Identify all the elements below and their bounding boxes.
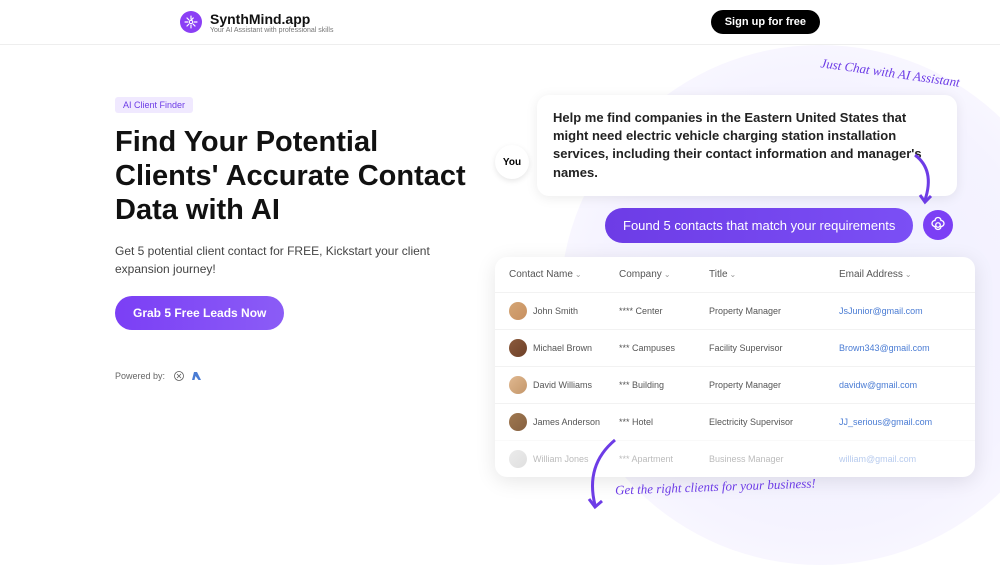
chevron-down-icon: ⌄ bbox=[664, 270, 671, 279]
ai-brain-icon bbox=[923, 210, 953, 240]
hero-title: Find Your Potential Clients' Accurate Co… bbox=[115, 125, 475, 228]
avatar bbox=[509, 339, 527, 357]
avatar bbox=[509, 302, 527, 320]
title-cell: Electricity Supervisor bbox=[709, 417, 839, 427]
contact-name: Michael Brown bbox=[533, 343, 592, 353]
table-header: Contact Name ⌄ Company ⌄ Title ⌄ Email A… bbox=[495, 257, 975, 292]
header: SynthMind.app Your AI Assistant with pro… bbox=[0, 0, 1000, 45]
demo-illustration: Just Chat with AI Assistant You Help me … bbox=[495, 95, 1000, 477]
brand-tagline: Your AI Assistant with professional skil… bbox=[210, 27, 333, 34]
openai-icon bbox=[173, 370, 185, 382]
company-cell: *** Campuses bbox=[619, 343, 709, 353]
contact-name: James Anderson bbox=[533, 417, 600, 427]
title-cell: Property Manager bbox=[709, 306, 839, 316]
email-cell[interactable]: JsJunior@gmail.com bbox=[839, 306, 961, 316]
table-row[interactable]: William Jones *** Apartment Business Man… bbox=[495, 440, 975, 477]
you-avatar: You bbox=[495, 145, 529, 179]
contact-cell: Michael Brown bbox=[509, 339, 619, 357]
user-message-bubble: Help me find companies in the Eastern Un… bbox=[537, 95, 957, 196]
th-company[interactable]: Company ⌄ bbox=[619, 269, 709, 280]
email-cell[interactable]: Brown343@gmail.com bbox=[839, 343, 961, 353]
title-cell: Business Manager bbox=[709, 454, 839, 464]
contact-cell: John Smith bbox=[509, 302, 619, 320]
company-cell: *** Building bbox=[619, 380, 709, 390]
chevron-down-icon: ⌄ bbox=[905, 270, 912, 279]
contacts-table: Contact Name ⌄ Company ⌄ Title ⌄ Email A… bbox=[495, 257, 975, 477]
arrow-down-icon bbox=[905, 150, 945, 210]
cta-button[interactable]: Grab 5 Free Leads Now bbox=[115, 296, 284, 330]
title-cell: Property Manager bbox=[709, 380, 839, 390]
powered-label: Powered by: bbox=[115, 371, 165, 381]
contact-cell: David Williams bbox=[509, 376, 619, 394]
th-email[interactable]: Email Address ⌄ bbox=[839, 269, 961, 280]
brand-icon bbox=[180, 11, 202, 33]
company-cell: **** Center bbox=[619, 306, 709, 316]
chevron-down-icon: ⌄ bbox=[575, 270, 582, 279]
th-title[interactable]: Title ⌄ bbox=[709, 269, 839, 280]
product-badge: AI Client Finder bbox=[115, 97, 193, 113]
powered-by: Powered by: bbox=[115, 370, 475, 382]
email-cell[interactable]: davidw@gmail.com bbox=[839, 380, 961, 390]
table-row[interactable]: David Williams *** Building Property Man… bbox=[495, 366, 975, 403]
hero-subtitle: Get 5 potential client contact for FREE,… bbox=[115, 242, 475, 278]
avatar bbox=[509, 450, 527, 468]
title-cell: Facility Supervisor bbox=[709, 343, 839, 353]
table-row[interactable]: James Anderson *** Hotel Electricity Sup… bbox=[495, 403, 975, 440]
table-row[interactable]: Michael Brown *** Campuses Facility Supe… bbox=[495, 329, 975, 366]
contact-name: John Smith bbox=[533, 306, 578, 316]
main-content: AI Client Finder Find Your Potential Cli… bbox=[0, 45, 1000, 477]
brand-name: SynthMind.app bbox=[210, 11, 333, 27]
arrow-curve-icon bbox=[575, 435, 635, 515]
contact-name: David Williams bbox=[533, 380, 592, 390]
chevron-down-icon: ⌄ bbox=[730, 270, 737, 279]
ai-response-bubble: Found 5 contacts that match your require… bbox=[605, 208, 913, 243]
table-row[interactable]: John Smith **** Center Property Manager … bbox=[495, 292, 975, 329]
contact-cell: James Anderson bbox=[509, 413, 619, 431]
email-cell[interactable]: JJ_serious@gmail.com bbox=[839, 417, 961, 427]
avatar bbox=[509, 376, 527, 394]
th-contact[interactable]: Contact Name ⌄ bbox=[509, 269, 619, 280]
ai-response-row: Found 5 contacts that match your require… bbox=[605, 208, 1000, 243]
logo[interactable]: SynthMind.app Your AI Assistant with pro… bbox=[180, 11, 333, 34]
hero-section: AI Client Finder Find Your Potential Cli… bbox=[115, 95, 475, 477]
signup-button[interactable]: Sign up for free bbox=[711, 10, 820, 34]
company-cell: *** Hotel bbox=[619, 417, 709, 427]
email-cell[interactable]: william@gmail.com bbox=[839, 454, 961, 464]
azure-icon bbox=[191, 370, 203, 382]
avatar bbox=[509, 413, 527, 431]
